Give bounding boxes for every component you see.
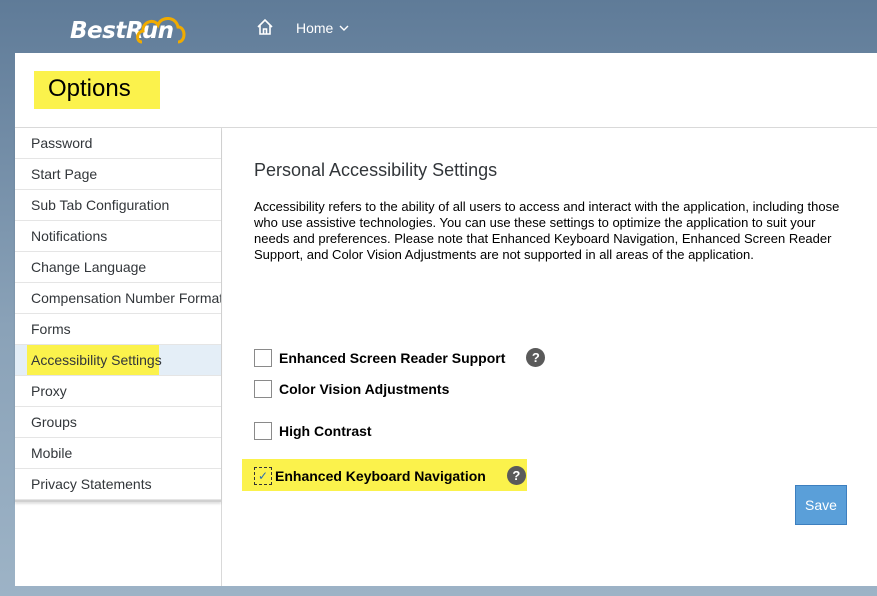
sidebar-item-change-language[interactable]: Change Language bbox=[15, 252, 221, 283]
color-vision-checkbox[interactable] bbox=[254, 380, 272, 398]
home-menu-button[interactable]: Home bbox=[296, 20, 349, 36]
home-icon[interactable] bbox=[256, 18, 274, 36]
keyboard-navigation-checkbox[interactable]: ✓ bbox=[254, 466, 272, 485]
options-panel: Options Password Start Page Sub Tab Conf… bbox=[15, 53, 877, 586]
screen-reader-option: Enhanced Screen Reader Support ? bbox=[254, 348, 546, 367]
cloud-logo-icon bbox=[136, 17, 186, 44]
sidebar-item-sub-tab-configuration[interactable]: Sub Tab Configuration bbox=[15, 190, 221, 221]
sidebar-list: Password Start Page Sub Tab Configuratio… bbox=[15, 128, 221, 502]
keyboard-navigation-label: Enhanced Keyboard Navigation bbox=[275, 467, 486, 484]
color-vision-label: Color Vision Adjustments bbox=[279, 381, 450, 397]
screen-reader-label: Enhanced Screen Reader Support bbox=[279, 349, 506, 366]
sidebar-item-mobile[interactable]: Mobile bbox=[15, 438, 221, 469]
high-contrast-label: High Contrast bbox=[279, 423, 372, 439]
sidebar-item-accessibility-settings[interactable]: Accessibility Settings bbox=[15, 345, 221, 376]
sidebar-item-groups[interactable]: Groups bbox=[15, 407, 221, 438]
sidebar: Password Start Page Sub Tab Configuratio… bbox=[15, 128, 222, 586]
help-icon[interactable]: ? bbox=[506, 466, 526, 485]
chevron-down-icon bbox=[339, 25, 349, 31]
sidebar-item-privacy-statements[interactable]: Privacy Statements bbox=[15, 469, 221, 500]
page-title: Options bbox=[48, 75, 131, 102]
home-menu-label: Home bbox=[296, 20, 334, 36]
help-icon[interactable]: ? bbox=[526, 348, 546, 367]
sidebar-item-password[interactable]: Password bbox=[15, 128, 221, 159]
keyboard-navigation-option: ✓ Enhanced Keyboard Navigation ? bbox=[254, 466, 526, 485]
screen-reader-checkbox[interactable] bbox=[254, 348, 272, 367]
color-vision-option: Color Vision Adjustments bbox=[254, 380, 449, 398]
save-button[interactable]: Save bbox=[795, 485, 847, 525]
high-contrast-option: High Contrast bbox=[254, 422, 372, 440]
section-description: Accessibility refers to the ability of a… bbox=[254, 199, 840, 262]
page-header: Options bbox=[15, 53, 877, 128]
sidebar-item-compensation-number-format[interactable]: Compensation Number Format bbox=[15, 283, 221, 314]
top-bar: BestRun Home bbox=[0, 0, 877, 53]
sidebar-item-notifications[interactable]: Notifications bbox=[15, 221, 221, 252]
sidebar-item-forms[interactable]: Forms bbox=[15, 314, 221, 345]
section-heading: Personal Accessibility Settings bbox=[254, 160, 498, 180]
high-contrast-checkbox[interactable] bbox=[254, 422, 272, 440]
sidebar-item-proxy[interactable]: Proxy bbox=[15, 376, 221, 407]
sidebar-item-start-page[interactable]: Start Page bbox=[15, 159, 221, 190]
